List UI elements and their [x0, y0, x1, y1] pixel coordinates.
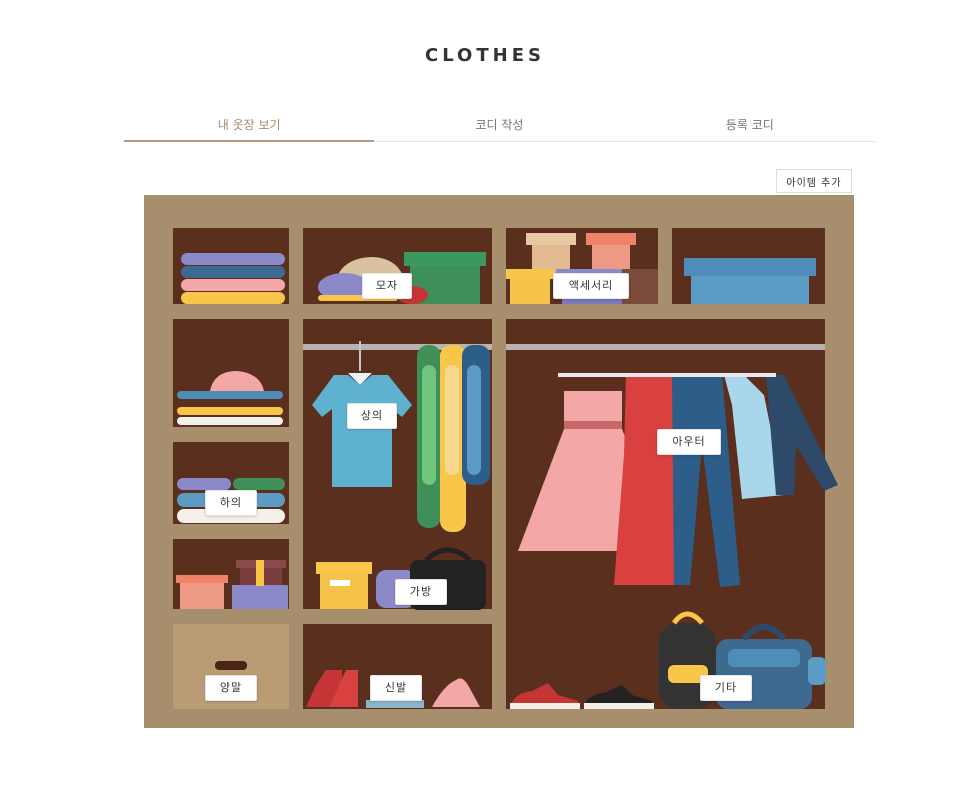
- category-label-top[interactable]: 상의: [347, 403, 397, 429]
- category-label-accessory[interactable]: 액세서리: [553, 273, 629, 299]
- add-item-button[interactable]: 아이템 추가: [776, 169, 852, 193]
- tab-bar: 내 옷장 보기 코디 작성 등록 코디: [124, 110, 875, 142]
- tab-create-outfit[interactable]: 코디 작성: [374, 110, 624, 141]
- tab-my-closet[interactable]: 내 옷장 보기: [124, 110, 375, 142]
- tab-registered-outfits[interactable]: 등록 코디: [625, 110, 875, 141]
- category-label-shoes[interactable]: 신발: [370, 675, 422, 701]
- category-label-bottom[interactable]: 하의: [205, 490, 257, 516]
- closet-svg: [144, 195, 854, 728]
- closet-illustration: 모자 액세서리 상의 아우터 하의 가방 양말 신발 기타: [144, 195, 854, 732]
- category-label-bag[interactable]: 가방: [395, 579, 447, 605]
- category-label-outer[interactable]: 아우터: [657, 429, 721, 455]
- category-label-socks[interactable]: 양말: [205, 675, 257, 701]
- category-label-etc[interactable]: 기타: [700, 675, 752, 701]
- page-title: CLOTHES: [425, 45, 545, 66]
- category-label-hat[interactable]: 모자: [362, 273, 412, 299]
